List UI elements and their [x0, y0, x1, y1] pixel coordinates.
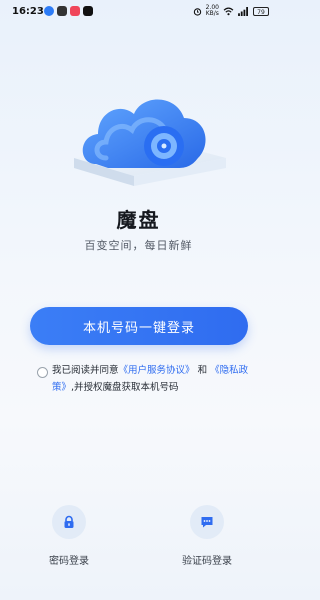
- alarm-icon: [193, 7, 201, 16]
- battery-indicator: 79: [253, 6, 269, 16]
- agreement-and: 和: [197, 365, 208, 376]
- app-notification-icon: [70, 6, 80, 16]
- app-notification-icon: [57, 6, 67, 16]
- app-notification-icon: [44, 6, 54, 16]
- user-agreement-link[interactable]: 《用户服务协议》: [119, 365, 195, 376]
- sms-login-option[interactable]: 验证码登录: [172, 505, 242, 567]
- lock-icon: [64, 515, 74, 528]
- password-login-label[interactable]: 密码登录: [34, 552, 104, 567]
- one-key-login-button[interactable]: 本机号码一键登录: [30, 307, 248, 345]
- password-login-option[interactable]: 密码登录: [34, 505, 104, 567]
- app-notification-icon: [83, 6, 93, 16]
- agreement-suffix: ,并授权魔盘获取本机号码: [71, 382, 179, 393]
- password-login-icon-button[interactable]: [52, 505, 86, 539]
- message-icon: [201, 517, 213, 528]
- signal-icon: [238, 6, 248, 16]
- app-title: 魔盘: [116, 208, 161, 232]
- system-indicators: 2.00 KB/s 79: [193, 5, 269, 17]
- network-speed: 2.00 KB/s: [206, 5, 219, 17]
- notification-icons: [44, 6, 93, 16]
- agreement-checkbox[interactable]: [37, 367, 48, 378]
- status-time: 16:23: [12, 6, 44, 17]
- agreement-prefix: 我已阅读并同意: [52, 365, 119, 376]
- cloud-logo-icon: [74, 99, 226, 186]
- sms-login-icon-button[interactable]: [190, 505, 224, 539]
- status-bar: 16:23 2.00 KB/s 79: [0, 0, 277, 24]
- agreement-text: 我已阅读并同意《用户服务协议》 和 《隐私政策》,并授权魔盘获取本机号码: [52, 362, 252, 396]
- app-slogan: 百变空间，每日新鲜: [84, 239, 193, 252]
- network-speed-unit: KB/s: [205, 10, 219, 17]
- sms-login-label[interactable]: 验证码登录: [172, 552, 242, 567]
- wifi-icon: [223, 7, 234, 15]
